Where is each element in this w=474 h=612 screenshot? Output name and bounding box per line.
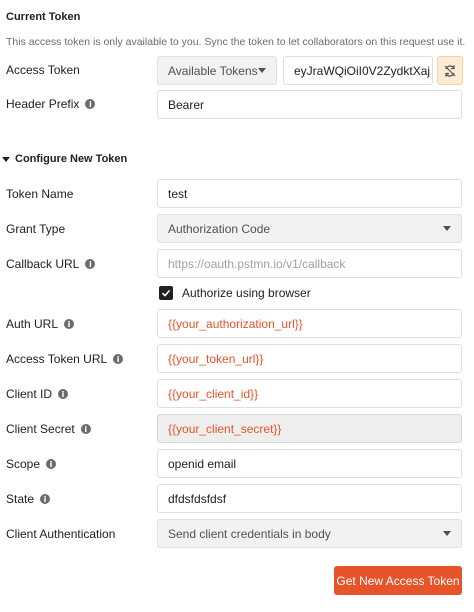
scope-label: Scope i [6,457,57,471]
access-token-value: eyJraWQiOiI0V2ZydktXaj ... [294,63,433,78]
access-token-label-text: Access Token [6,63,80,77]
client-id-label-text: Client ID [6,387,53,401]
sync-token-button[interactable] [437,56,463,85]
access-token-value-field[interactable]: eyJraWQiOiI0V2ZydktXaj ... [283,56,433,85]
scope-label-text: Scope [6,457,41,471]
client-authentication-label-text: Client Authentication [6,527,116,541]
current-token-description: This access token is only available to y… [6,36,466,48]
client-secret-value: {{your_client_secret}} [168,421,282,436]
authorize-browser-checkbox[interactable] [159,286,173,300]
access-token-url-label-text: Access Token URL [6,352,108,366]
callback-url-input[interactable]: https://oauth.pstmn.io/v1/callback [157,249,462,278]
auth-url-label: Auth URL i [6,317,75,331]
access-token-url-value: {{your_token_url}} [168,351,264,366]
grant-type-dropdown[interactable]: Authorization Code [157,214,462,243]
token-name-value: test [168,186,188,201]
header-prefix-label: Header Prefix i [6,97,96,111]
info-icon[interactable]: i [58,389,69,399]
auth-url-input[interactable]: {{your_authorization_url}} [157,309,462,338]
client-secret-label-text: Client Secret [6,422,75,436]
access-token-url-input[interactable]: {{your_token_url}} [157,344,462,373]
callback-url-label: Callback URL i [6,257,96,271]
info-icon[interactable]: i [85,259,96,269]
grant-type-value: Authorization Code [168,221,271,236]
state-label-text: State [6,492,35,506]
authorize-browser-checkbox-row[interactable]: Authorize using browser [159,286,311,300]
configure-new-token-title: Configure New Token [15,153,128,165]
info-icon[interactable]: i [40,494,51,504]
callback-url-placeholder: https://oauth.pstmn.io/v1/callback [168,256,346,271]
client-id-label: Client ID i [6,387,69,401]
chevron-down-icon [258,68,266,73]
caret-down-icon [2,156,10,162]
info-icon[interactable]: i [80,424,91,434]
header-prefix-value: Bearer [168,97,205,112]
header-prefix-input[interactable]: Bearer [157,90,462,119]
grant-type-label-text: Grant Type [6,222,66,236]
client-authentication-value: Send client credentials in body [168,526,331,541]
client-authentication-label: Client Authentication [6,527,115,541]
configure-new-token-toggle[interactable]: Configure New Token [2,153,127,165]
client-secret-input[interactable]: {{your_client_secret}} [157,414,462,443]
callback-url-label-text: Callback URL [6,257,80,271]
authorize-browser-label: Authorize using browser [182,286,311,300]
available-tokens-label: Available Tokens [168,63,258,78]
current-token-title: Current Token [6,11,81,23]
get-new-access-token-button[interactable]: Get New Access Token [334,566,462,595]
auth-url-value: {{your_authorization_url}} [168,316,303,331]
client-authentication-dropdown[interactable]: Send client credentials in body [157,519,462,548]
token-name-label-text: Token Name [6,187,74,201]
sync-icon [444,64,456,77]
token-name-input[interactable]: test [157,179,462,208]
client-secret-label: Client Secret i [6,422,91,436]
state-input[interactable]: dfdsfdsfdsf [157,484,462,513]
access-token-url-label: Access Token URL i [6,352,124,366]
info-icon[interactable]: i [85,99,96,109]
state-value: dfdsfdsfdsf [168,491,227,506]
access-token-label: Access Token [6,63,80,77]
checkmark-icon [161,289,171,297]
grant-type-label: Grant Type [6,222,65,236]
chevron-down-icon [443,226,451,231]
chevron-down-icon [443,531,451,536]
info-icon[interactable]: i [113,354,124,364]
state-label: State i [6,492,51,506]
header-prefix-label-text: Header Prefix [6,97,80,111]
available-tokens-dropdown[interactable]: Available Tokens [157,56,277,85]
info-icon[interactable]: i [46,459,57,469]
client-id-input[interactable]: {{your_client_id}} [157,379,462,408]
info-icon[interactable]: i [64,319,75,329]
auth-url-label-text: Auth URL [6,317,59,331]
client-id-value: {{your_client_id}} [168,386,259,401]
scope-value: openid email [168,456,237,471]
scope-input[interactable]: openid email [157,449,462,478]
token-name-label: Token Name [6,187,73,201]
